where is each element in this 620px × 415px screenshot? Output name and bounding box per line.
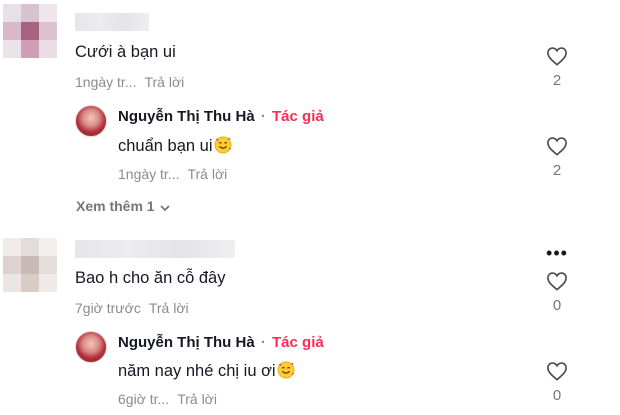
comment-time: 1ngày tr... — [75, 74, 137, 90]
like-count: 0 — [552, 297, 562, 314]
author-badge: Tác giả — [272, 334, 324, 351]
like-column: 0 — [540, 361, 574, 404]
avatar[interactable] — [75, 331, 107, 363]
author-name[interactable]: Nguyễn Thị Thu Hà — [118, 108, 255, 125]
comment-meta: 1ngày tr... Trả lời — [75, 74, 184, 90]
avatar-blurred[interactable] — [3, 4, 57, 58]
reply-meta: 1ngày tr... Trả lời — [118, 166, 227, 182]
reply-text: năm nay nhé chị iu ơi — [118, 361, 295, 381]
reply-text: chuẩn bạn ui — [118, 136, 232, 156]
avatar[interactable] — [75, 105, 107, 137]
reply-button[interactable]: Trả lời — [187, 166, 227, 182]
chevron-down-icon — [159, 205, 170, 212]
reply-time: 1ngày tr... — [118, 166, 180, 182]
author-badge: Tác giả — [272, 108, 324, 125]
reply-text-content: năm nay nhé chị iu ơi — [118, 362, 276, 380]
like-column: 2 — [540, 136, 574, 179]
like-count: 2 — [552, 162, 562, 179]
heart-icon[interactable] — [546, 136, 568, 156]
reply-time: 6giờ tr... — [118, 391, 170, 407]
like-column: 0 — [540, 271, 574, 314]
heart-icon[interactable] — [546, 46, 568, 66]
author-name[interactable]: Nguyễn Thị Thu Hà — [118, 334, 255, 351]
view-more-replies-button[interactable]: Xem thêm 1 — [76, 198, 171, 214]
separator-dot: · — [260, 108, 266, 125]
reply-author-line: Nguyễn Thị Thu Hà · Tác giả — [118, 334, 324, 351]
heart-icon[interactable] — [546, 361, 568, 381]
smiling-face-with-hearts-icon — [277, 361, 295, 379]
reply-button[interactable]: Trả lời — [177, 391, 217, 407]
username-blurred[interactable] — [75, 240, 235, 258]
reply-author-line: Nguyễn Thị Thu Hà · Tác giả — [118, 108, 324, 125]
view-more-label: Xem thêm 1 — [76, 198, 155, 214]
avatar-blurred[interactable] — [3, 238, 57, 292]
smiling-face-with-hearts-icon — [214, 136, 231, 154]
comment-meta: 7giờ trước Trả lời — [75, 300, 189, 316]
reply-button[interactable]: Trả lời — [144, 74, 184, 90]
comment-text: Cưới à bạn ui — [75, 43, 176, 61]
like-count: 2 — [552, 72, 562, 89]
reply-meta: 6giờ tr... Trả lời — [118, 391, 217, 407]
like-count: 0 — [552, 387, 562, 404]
more-options-icon[interactable]: ••• — [540, 244, 574, 262]
like-column: 2 — [540, 46, 574, 89]
heart-icon[interactable] — [546, 271, 568, 291]
comment-time: 7giờ trước — [75, 300, 141, 316]
username-blurred[interactable] — [75, 13, 149, 31]
separator-dot: · — [260, 334, 266, 351]
reply-text-content: chuẩn bạn ui — [118, 137, 213, 155]
comment-text: Bao h cho ăn cỗ đây — [75, 269, 226, 287]
reply-button[interactable]: Trả lời — [149, 300, 189, 316]
